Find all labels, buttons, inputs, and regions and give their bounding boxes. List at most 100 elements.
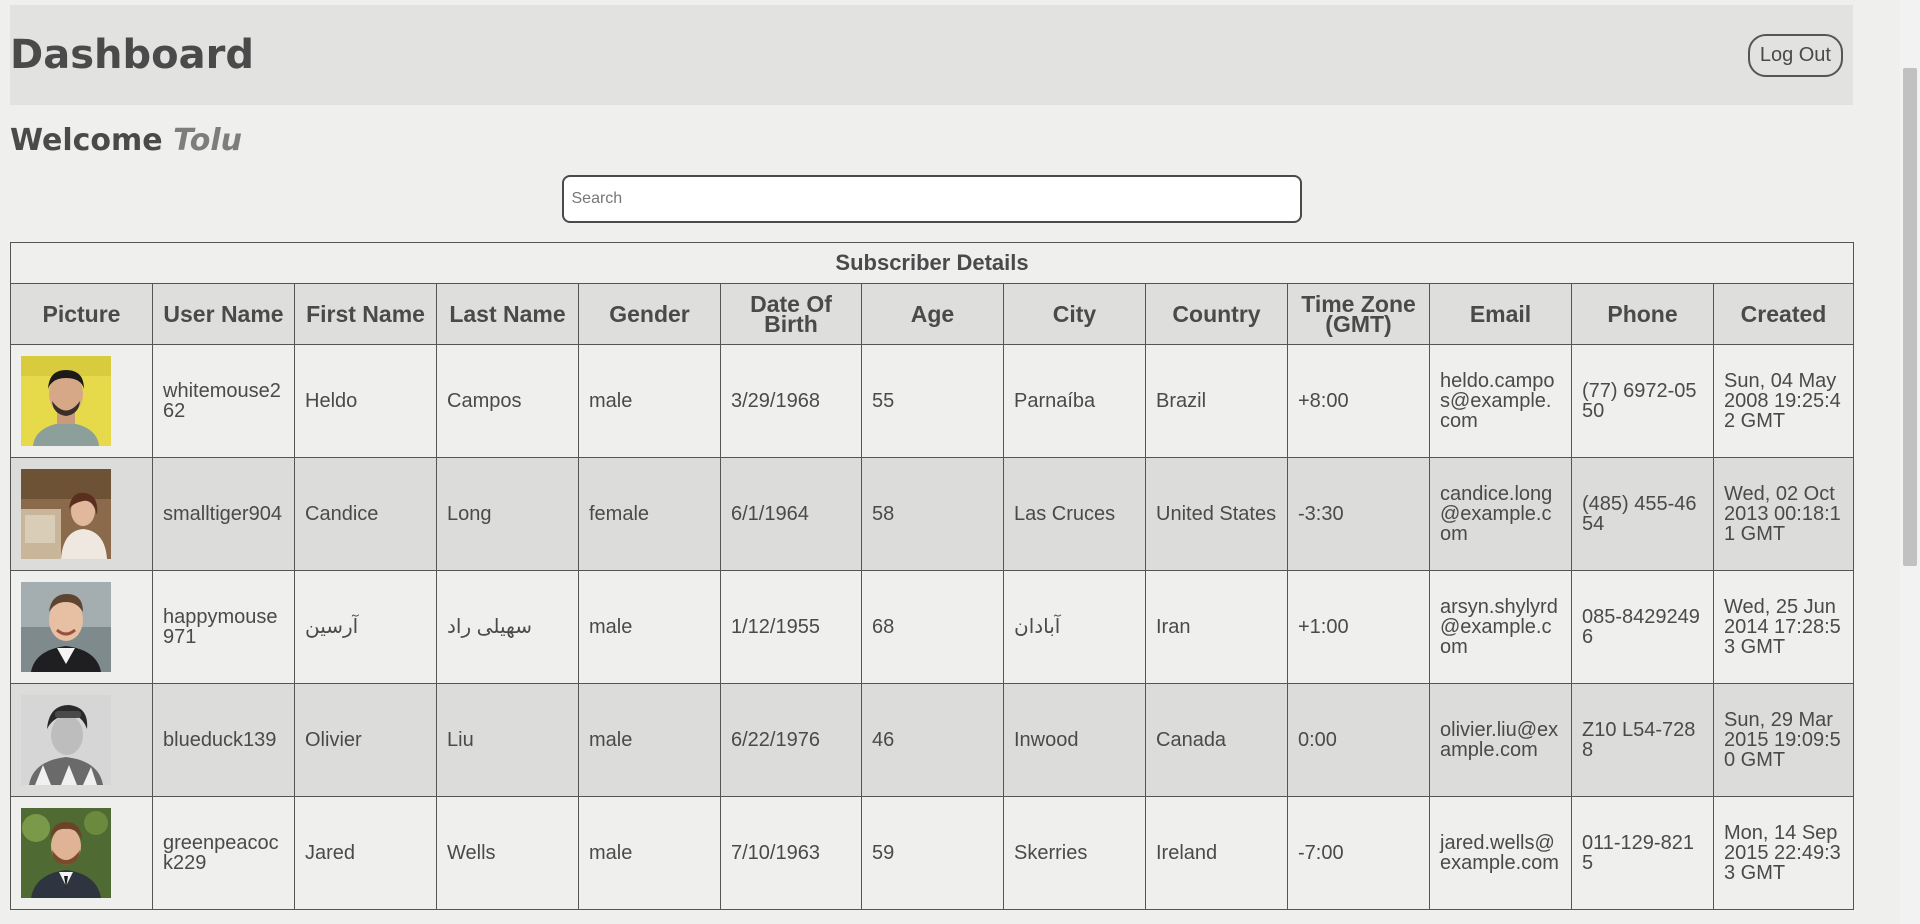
timezone-cell: +1:00 xyxy=(1287,570,1430,684)
city-cell: Inwood xyxy=(1003,683,1146,797)
welcome-username: Tolu xyxy=(173,123,242,158)
created-cell: Wed, 02 Oct 2013 00:18:11 GMT xyxy=(1713,457,1854,571)
table-header-row: Picture User Name First Name Last Name G… xyxy=(10,283,1854,345)
city-cell: آبادان xyxy=(1003,570,1146,684)
dob-cell: 1/12/1955 xyxy=(720,570,862,684)
created-cell: Mon, 14 Sep 2015 22:49:33 GMT xyxy=(1713,796,1854,910)
country-cell: United States xyxy=(1145,457,1288,571)
last-name-cell: Liu xyxy=(436,683,579,797)
first-name-cell: Olivier xyxy=(294,683,437,797)
column-header-city: City xyxy=(1003,283,1146,345)
last-name-cell: Wells xyxy=(436,796,579,910)
last-name-cell: Campos xyxy=(436,344,579,458)
welcome-message: Welcome Tolu xyxy=(10,123,1853,158)
city-cell: Parnaíba xyxy=(1003,344,1146,458)
column-header-last-name: Last Name xyxy=(436,283,579,345)
table-row: happymouse971 آرسین سهیلی راد male 1/12/… xyxy=(10,570,1854,684)
scrollbar-thumb[interactable] xyxy=(1903,68,1917,566)
gender-cell: female xyxy=(578,457,721,571)
gender-cell: male xyxy=(578,796,721,910)
age-cell: 68 xyxy=(861,570,1004,684)
first-name-cell: آرسین xyxy=(294,570,437,684)
avatar xyxy=(21,469,111,559)
age-cell: 59 xyxy=(861,796,1004,910)
logout-button[interactable]: Log Out xyxy=(1747,33,1843,77)
created-cell: Sun, 29 Mar 2015 19:09:50 GMT xyxy=(1713,683,1854,797)
timezone-cell: -7:00 xyxy=(1287,796,1430,910)
dashboard-page: Dashboard Log Out Welcome Tolu Subscribe… xyxy=(10,5,1854,910)
phone-cell: (485) 455-4654 xyxy=(1571,457,1714,571)
column-header-username: User Name xyxy=(152,283,295,345)
avatar xyxy=(21,695,111,785)
picture-cell xyxy=(10,457,153,571)
phone-cell: Z10 L54-7288 xyxy=(1571,683,1714,797)
table-row: greenpeacock229 Jared Wells male 7/10/19… xyxy=(10,796,1854,910)
column-header-email: Email xyxy=(1429,283,1572,345)
dob-cell: 3/29/1968 xyxy=(720,344,862,458)
picture-cell xyxy=(10,344,153,458)
phone-cell: 011-129-8215 xyxy=(1571,796,1714,910)
table-row: smalltiger904 Candice Long female 6/1/19… xyxy=(10,457,1854,571)
gender-cell: male xyxy=(578,570,721,684)
email-cell: jared.wells@example.com xyxy=(1429,796,1572,910)
age-cell: 58 xyxy=(861,457,1004,571)
avatar xyxy=(21,582,111,672)
subscriber-table: Subscriber Details Picture User Name Fir… xyxy=(10,242,1854,910)
picture-cell xyxy=(10,570,153,684)
column-header-age: Age xyxy=(861,283,1004,345)
last-name-cell: Long xyxy=(436,457,579,571)
username-cell: smalltiger904 xyxy=(152,457,295,571)
phone-cell: (77) 6972-0550 xyxy=(1571,344,1714,458)
country-cell: Iran xyxy=(1145,570,1288,684)
column-header-first-name: First Name xyxy=(294,283,437,345)
avatar xyxy=(21,808,111,898)
email-cell: olivier.liu@example.com xyxy=(1429,683,1572,797)
country-cell: Canada xyxy=(1145,683,1288,797)
email-cell: candice.long@example.com xyxy=(1429,457,1572,571)
created-cell: Sun, 04 May 2008 19:25:42 GMT xyxy=(1713,344,1854,458)
first-name-cell: Jared xyxy=(294,796,437,910)
gender-cell: male xyxy=(578,344,721,458)
username-cell: greenpeacock229 xyxy=(152,796,295,910)
page-title: Dashboard xyxy=(10,32,254,78)
email-cell: arsyn.shylyrd@example.com xyxy=(1429,570,1572,684)
dob-cell: 6/22/1976 xyxy=(720,683,862,797)
country-cell: Brazil xyxy=(1145,344,1288,458)
city-cell: Skerries xyxy=(1003,796,1146,910)
timezone-cell: +8:00 xyxy=(1287,344,1430,458)
timezone-cell: 0:00 xyxy=(1287,683,1430,797)
phone-cell: 085-84292496 xyxy=(1571,570,1714,684)
picture-cell xyxy=(10,796,153,910)
column-header-picture: Picture xyxy=(10,283,153,345)
age-cell: 46 xyxy=(861,683,1004,797)
table-row: blueduck139 Olivier Liu male 6/22/1976 4… xyxy=(10,683,1854,797)
age-cell: 55 xyxy=(861,344,1004,458)
column-header-gender: Gender xyxy=(578,283,721,345)
username-cell: whitemouse262 xyxy=(152,344,295,458)
search-input[interactable] xyxy=(561,175,1302,223)
column-header-country: Country xyxy=(1145,283,1288,345)
column-header-time-zone: Time Zone (GMT) xyxy=(1287,283,1430,345)
last-name-cell: سهیلی راد xyxy=(436,570,579,684)
created-cell: Wed, 25 Jun 2014 17:28:53 GMT xyxy=(1713,570,1854,684)
timezone-cell: -3:30 xyxy=(1287,457,1430,571)
avatar xyxy=(21,356,111,446)
column-header-date-of-birth: Date Of Birth xyxy=(720,283,862,345)
country-cell: Ireland xyxy=(1145,796,1288,910)
username-cell: happymouse971 xyxy=(152,570,295,684)
search-container xyxy=(10,175,1853,223)
email-cell: heldo.campos@example.com xyxy=(1429,344,1572,458)
dob-cell: 6/1/1964 xyxy=(720,457,862,571)
page-header: Dashboard Log Out xyxy=(10,5,1853,105)
table-caption: Subscriber Details xyxy=(10,242,1854,283)
username-cell: blueduck139 xyxy=(152,683,295,797)
table-row: whitemouse262 Heldo Campos male 3/29/196… xyxy=(10,344,1854,458)
gender-cell: male xyxy=(578,683,721,797)
dob-cell: 7/10/1963 xyxy=(720,796,862,910)
column-header-phone: Phone xyxy=(1571,283,1714,345)
picture-cell xyxy=(10,683,153,797)
welcome-prefix: Welcome xyxy=(10,123,163,158)
vertical-scrollbar[interactable] xyxy=(1900,0,1920,924)
city-cell: Las Cruces xyxy=(1003,457,1146,571)
first-name-cell: Candice xyxy=(294,457,437,571)
